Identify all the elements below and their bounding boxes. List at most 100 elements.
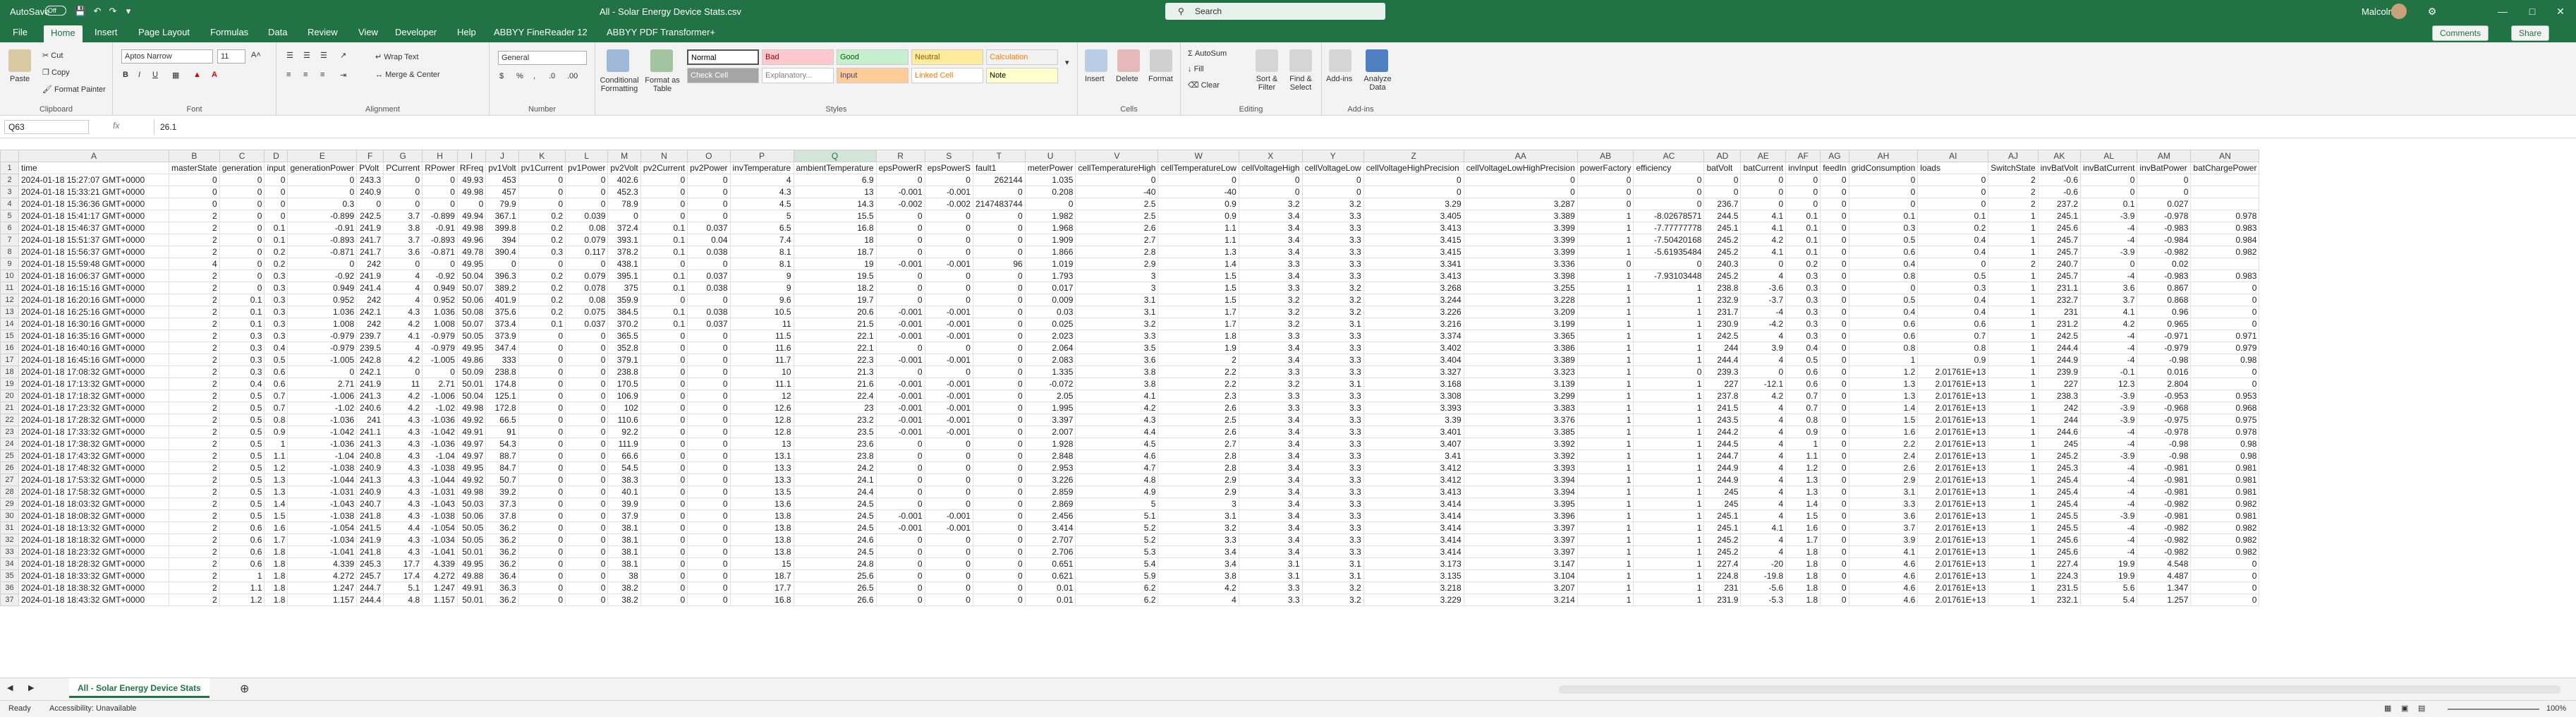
table-cell[interactable]: 0 xyxy=(640,474,688,486)
row-header[interactable]: 6 xyxy=(0,222,19,234)
table-cell[interactable]: 19.9 xyxy=(2080,570,2138,582)
table-cell[interactable]: 1 xyxy=(1988,510,2039,522)
table-cell[interactable]: 3.413 xyxy=(1363,486,1464,498)
table-cell[interactable]: 38 xyxy=(607,570,641,582)
table-cell[interactable]: 0 xyxy=(924,474,973,486)
table-cell[interactable]: 4.2 xyxy=(1158,582,1239,594)
table-cell[interactable]: 0 xyxy=(687,198,731,210)
table-cell[interactable]: 3.3 xyxy=(1301,246,1364,258)
table-cell[interactable]: 0.98 xyxy=(2190,354,2260,366)
table-cell[interactable]: 49.92 xyxy=(456,414,487,426)
table-cell[interactable]: 3.29 xyxy=(1363,198,1464,210)
table-cell[interactable]: 241.7 xyxy=(356,234,384,246)
table-cell[interactable]: 0 xyxy=(422,366,458,378)
table-cell[interactable]: 4 xyxy=(383,270,423,282)
table-cell[interactable]: 36.2 xyxy=(485,594,519,606)
table-cell[interactable]: 49.88 xyxy=(456,570,487,582)
table-cell[interactable]: batChargePower xyxy=(2190,162,2260,174)
table-cell[interactable]: -0.893 xyxy=(287,234,358,246)
table-cell[interactable]: 3.9 xyxy=(1848,534,1919,546)
table-cell[interactable]: 37.9 xyxy=(607,510,641,522)
row-header[interactable]: 21 xyxy=(0,402,19,414)
table-cell[interactable]: 3.404 xyxy=(1363,354,1464,366)
table-cell[interactable]: -0.001 xyxy=(924,258,973,270)
table-cell[interactable]: 0 xyxy=(1820,210,1849,222)
table-cell[interactable]: 244.2 xyxy=(1703,426,1742,438)
table-cell[interactable]: 0.5 xyxy=(219,414,265,426)
table-cell[interactable]: 3.397 xyxy=(1024,414,1076,426)
table-cell[interactable]: 2.01761E+13 xyxy=(1917,366,1989,378)
table-cell[interactable]: 0 xyxy=(687,354,731,366)
table-cell[interactable]: 3.3 xyxy=(1158,534,1239,546)
table-cell[interactable]: 0.5 xyxy=(219,438,265,450)
table-cell[interactable]: 50.01 xyxy=(456,546,487,558)
table-cell[interactable]: 3.2 xyxy=(1238,198,1303,210)
table-cell[interactable]: 0.5 xyxy=(219,390,265,402)
table-cell[interactable]: PCurrent xyxy=(383,162,423,174)
table-cell[interactable]: 3.3 xyxy=(1238,390,1303,402)
table-cell[interactable]: -5.61935484 xyxy=(1633,246,1705,258)
table-cell[interactable]: 2 xyxy=(169,534,220,546)
table-cell[interactable]: 2 xyxy=(1988,258,2039,270)
table-cell[interactable]: 2.4 xyxy=(1848,450,1919,462)
table-cell[interactable]: 3.3 xyxy=(1301,522,1364,534)
table-cell[interactable]: 106.9 xyxy=(607,390,641,402)
table-cell[interactable]: 0.3 xyxy=(1785,330,1821,342)
table-cell[interactable]: 0.025 xyxy=(1024,318,1076,330)
table-cell[interactable]: -0.981 xyxy=(2137,486,2192,498)
table-cell[interactable]: 3.365 xyxy=(1463,330,1578,342)
table-cell[interactable]: 2.01761E+13 xyxy=(1917,450,1989,462)
table-cell[interactable]: 4 xyxy=(1740,330,1787,342)
table-cell[interactable]: 4.1 xyxy=(1740,210,1787,222)
table-cell[interactable]: 40.1 xyxy=(607,486,641,498)
table-cell[interactable]: 1 xyxy=(1988,534,2039,546)
table-cell[interactable]: 0 xyxy=(972,366,1026,378)
table-cell[interactable]: 3.3 xyxy=(1075,330,1159,342)
table-cell[interactable]: 2 xyxy=(169,438,220,450)
table-cell[interactable]: 2.848 xyxy=(1024,450,1076,462)
table-cell[interactable]: 3.3 xyxy=(1301,462,1364,474)
table-cell[interactable]: 21.3 xyxy=(793,366,877,378)
table-cell[interactable]: 2.01761E+13 xyxy=(1917,414,1989,426)
table-cell[interactable]: -0.91 xyxy=(422,222,458,234)
table-cell[interactable]: 3.412 xyxy=(1363,462,1464,474)
table-cell[interactable]: 22.1 xyxy=(793,330,877,342)
table-cell[interactable]: 242 xyxy=(356,258,384,270)
cell-style-input[interactable]: Input xyxy=(837,68,909,83)
table-cell[interactable]: 238.8 xyxy=(485,366,519,378)
table-cell[interactable]: 4.3 xyxy=(383,450,423,462)
table-cell[interactable]: 0 xyxy=(687,366,731,378)
table-cell[interactable]: 0.1 xyxy=(640,234,688,246)
table-cell[interactable]: 0 xyxy=(924,282,973,294)
table-cell[interactable]: 0 xyxy=(1820,582,1849,594)
table-cell[interactable]: 1 xyxy=(1988,474,2039,486)
table-cell[interactable]: 2024-01-18 17:38:32 GMT+0000 xyxy=(18,438,169,450)
table-cell[interactable]: 2 xyxy=(169,546,220,558)
table-cell[interactable]: 3.414 xyxy=(1363,546,1464,558)
table-cell[interactable]: 1.9 xyxy=(1158,342,1239,354)
table-cell[interactable]: 0.5 xyxy=(264,354,288,366)
table-cell[interactable]: 244.5 xyxy=(1703,438,1742,450)
table-cell[interactable]: 0 xyxy=(875,546,925,558)
table-cell[interactable]: 3.3 xyxy=(1301,222,1364,234)
table-cell[interactable]: loads xyxy=(1917,162,1989,174)
table-cell[interactable]: 0 xyxy=(1820,486,1849,498)
table-cell[interactable]: -0.001 xyxy=(875,510,925,522)
row-header[interactable]: 9 xyxy=(0,258,19,270)
table-cell[interactable]: 4 xyxy=(383,342,423,354)
table-cell[interactable]: 1.7 xyxy=(1158,306,1239,318)
prev-sheet-icon[interactable]: ◀ xyxy=(7,683,13,692)
table-cell[interactable]: 0.8 xyxy=(1917,342,1989,354)
table-cell[interactable]: 6.5 xyxy=(729,222,794,234)
table-cell[interactable]: -0.92 xyxy=(422,270,458,282)
table-cell[interactable]: 4.6 xyxy=(1848,558,1919,570)
table-cell[interactable]: 0.5 xyxy=(219,474,265,486)
table-cell[interactable]: 0 xyxy=(219,246,265,258)
table-cell[interactable]: 3.4 xyxy=(1238,222,1303,234)
table-cell[interactable]: 0 xyxy=(1238,174,1303,186)
table-cell[interactable]: 1 xyxy=(1576,390,1634,402)
table-cell[interactable]: 0 xyxy=(564,546,609,558)
table-cell[interactable]: 0 xyxy=(1740,174,1787,186)
table-cell[interactable]: -0.001 xyxy=(924,522,973,534)
table-cell[interactable]: -4 xyxy=(2080,486,2138,498)
